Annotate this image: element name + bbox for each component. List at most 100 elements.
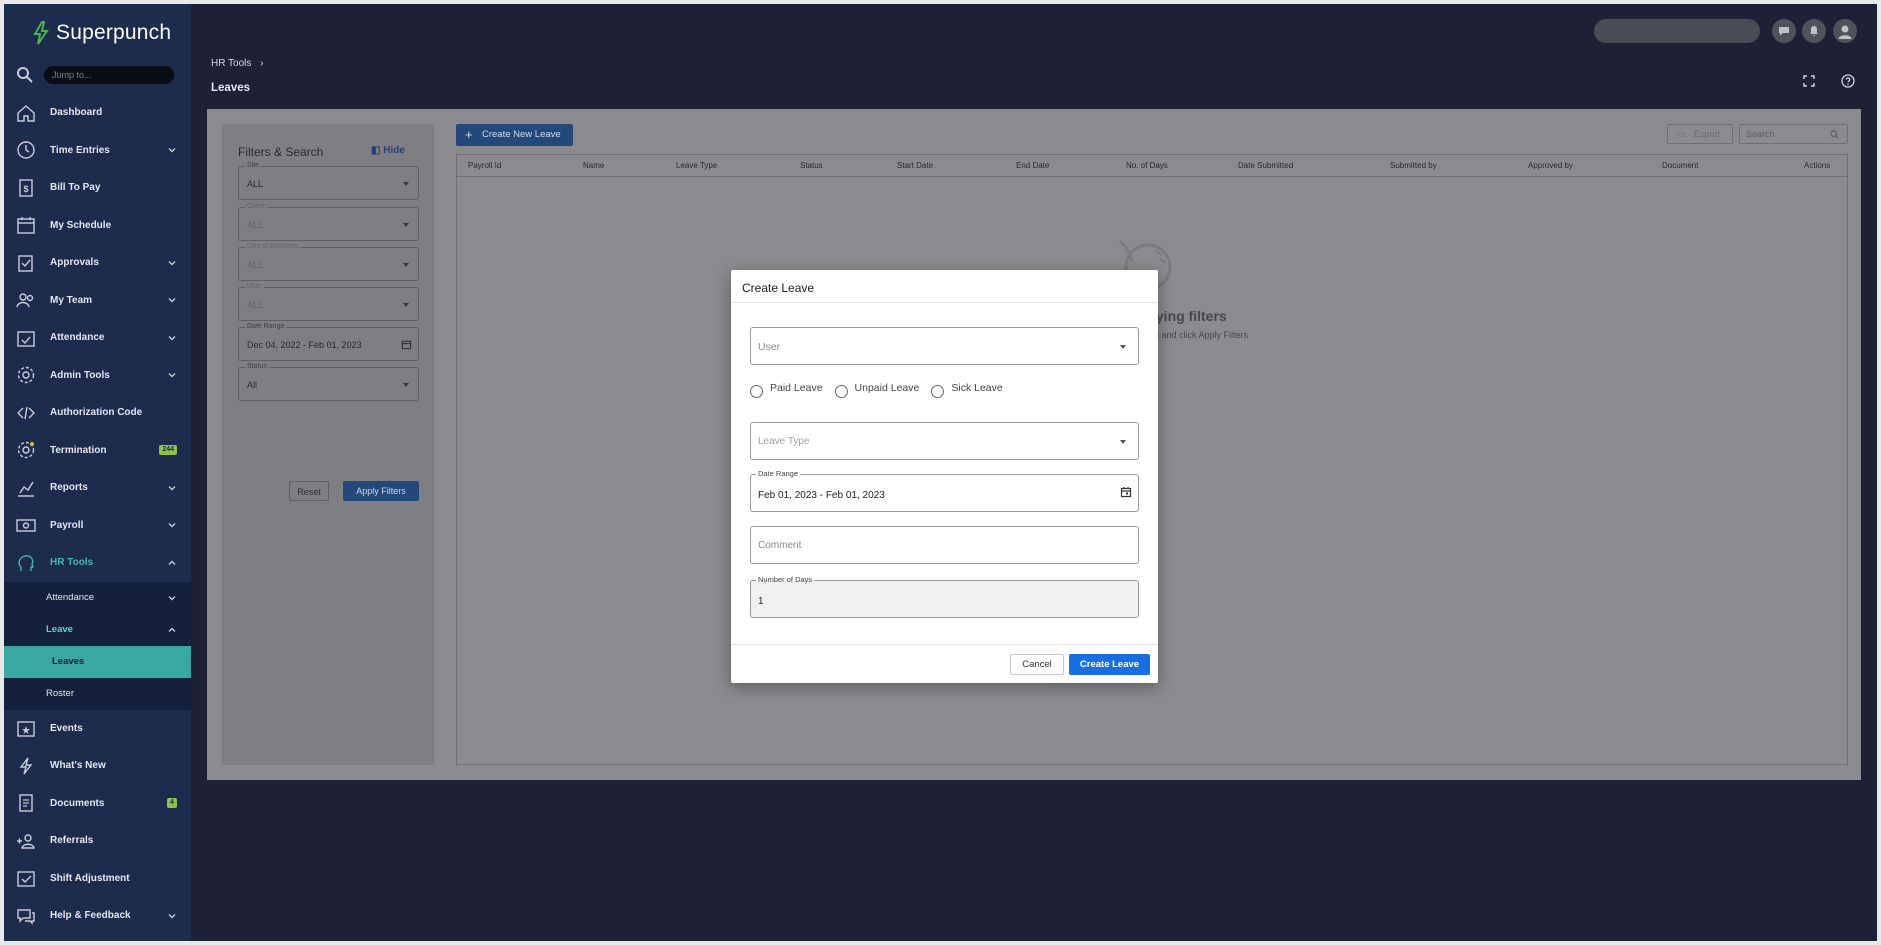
page-title: Leaves [211,82,251,94]
date-range-field[interactable]: Date Range Feb 01, 2023 - Feb 01, 2023 [750,469,1139,512]
column-header-name[interactable]: Name [583,161,604,170]
column-header-approved-by[interactable]: Approved by [1528,161,1573,170]
user-search-pill[interactable] [1594,19,1760,43]
hide-filters-button[interactable]: ◧ Hide [371,145,405,156]
column-header-payroll-id[interactable]: Payroll Id [468,161,501,170]
superpunch-logo-icon [33,21,49,45]
money-icon [16,515,36,535]
column-header-date-submitted[interactable]: Date Submitted [1238,161,1293,170]
chevron-down-icon [168,373,176,378]
reset-button[interactable]: Reset [289,481,329,501]
sidebar-item-reports[interactable]: Reports [4,469,191,507]
leave-type-select[interactable]: Leave Type [750,422,1139,460]
sidebar-item-authorization-code[interactable]: Authorization Code [4,394,191,432]
column-header-document[interactable]: Document [1662,161,1698,170]
sidebar-item-time-entries[interactable]: Time Entries [4,132,191,170]
filter-site[interactable]: Site ALL [238,162,419,200]
clock-icon [16,140,36,160]
filter-line-of-business[interactable]: Line of Business ALL [238,243,419,281]
sidebar-item-bill-to-pay[interactable]: $ Bill To Pay [4,169,191,207]
breadcrumb-hr-tools[interactable]: HR Tools [211,58,251,69]
sidebar-item-my-team[interactable]: My Team [4,282,191,320]
sick-leave-radio[interactable]: Sick Leave [931,382,1003,398]
column-header-no-of-days[interactable]: No. of Days [1126,161,1168,170]
sidebar-item-events[interactable]: Events [4,710,191,748]
radio-circle [750,385,763,398]
sidebar-sub-leaves[interactable]: Leaves [4,645,191,678]
user-avatar[interactable] [1833,19,1857,43]
filter-status[interactable]: Status All [238,363,419,401]
sidebar-item-attendance[interactable]: Attendance [4,319,191,357]
filter-value: ALL [247,179,264,189]
filter-value: ALL [247,260,264,270]
column-header-submitted-by[interactable]: Submitted by [1390,161,1437,170]
modal-title: Create Leave [742,281,815,295]
filters-panel: Filters & Search ◧ Hide Site ALL Client ALL… [222,124,434,765]
cancel-button[interactable]: Cancel [1010,654,1064,675]
number-of-days-label: Number of Days [756,575,815,584]
filter-client[interactable]: Client ALL [238,203,419,241]
column-header-end-date[interactable]: End Date [1016,161,1049,170]
sidebar-item-dashboard[interactable]: Dashboard [4,94,191,132]
filter-label: Site [245,162,262,169]
fullscreen-icon[interactable] [1802,74,1816,88]
hide-label: Hide [383,145,405,156]
sidebar-item-shift-adjustment[interactable]: Shift Adjustment [4,860,191,898]
leave-category-radios: Paid Leave Unpaid Leave Sick Leave [750,382,1015,398]
calendar-icon [16,215,36,235]
column-header-status[interactable]: Status [800,161,823,170]
sidebar-item-referrals[interactable]: Referrals [4,822,191,860]
number-of-days-field[interactable]: Number of Days 1 [750,575,1139,618]
create-new-leave-button[interactable]: + Create New Leave [456,124,573,146]
sidebar-item-label: Documents [50,797,105,809]
sidebar-sub-leave[interactable]: Leave [4,613,191,646]
column-header-leave-type[interactable]: Leave Type [676,161,717,170]
comment-field[interactable]: Comment [750,526,1139,564]
unpaid-leave-radio[interactable]: Unpaid Leave [834,382,919,398]
sidebar-item-label: Admin Tools [50,369,110,381]
user-placeholder: User [758,341,781,353]
chat-icon[interactable] [1772,19,1796,43]
search-placeholder: Search [1746,129,1775,139]
sidebar-item-label: What's New [50,760,106,772]
sidebar-item-my-schedule[interactable]: My Schedule [4,207,191,245]
sidebar-sub-roster[interactable]: Roster [4,677,191,710]
filter-date-range[interactable]: Date Range Dec 04, 2022 - Feb 01, 2023 [238,323,419,361]
gear-icon [16,365,36,385]
sidebar-item-what-s-new[interactable]: What's New [4,747,191,785]
sidebar-item-label: Help & Feedback [50,910,131,922]
sidebar-item-payroll[interactable]: Payroll [4,507,191,545]
calendar-icon[interactable] [1120,486,1132,498]
column-header-start-date[interactable]: Start Date [897,161,933,170]
filter-user[interactable]: User ALL [238,283,419,321]
count-badge: 244 [159,445,177,456]
sidebar-item-termination[interactable]: Termination 244 [4,432,191,470]
gear-alert-icon [16,440,36,460]
calendar-check-icon [16,328,36,348]
calendar-icon [401,340,412,350]
empty-state-title: lying filters [1152,308,1227,324]
table-search-input[interactable]: Search [1739,124,1848,144]
sidebar-item-documents[interactable]: Documents 4 [4,785,191,823]
notifications-bell-icon[interactable] [1802,19,1826,43]
create-leave-modal: Create Leave User Paid Leave Unpaid Leav… [731,270,1158,683]
dropdown-arrow-icon [403,182,409,186]
sidebar-item-admin-tools[interactable]: Admin Tools [4,357,191,395]
sidebar-item-help-feedback[interactable]: Help & Feedback [4,897,191,935]
help-icon[interactable] [1841,74,1855,88]
sidebar-item-approvals[interactable]: Approvals [4,244,191,282]
apply-filters-button[interactable]: Apply Filters [343,481,419,501]
sidebar-sub-attendance[interactable]: Attendance [4,581,191,614]
user-select[interactable]: User [750,327,1139,365]
jump-to-input[interactable]: Jump to... [44,66,174,84]
jump-to-search[interactable]: Jump to... [4,62,191,88]
sidebar-item-label: Reports [50,482,88,494]
create-leave-button[interactable]: Create Leave [1069,654,1150,675]
sidebar-item-hr-tools[interactable]: HR Tools [4,544,191,582]
sub-item-label: Leaves [52,656,85,667]
app-logo[interactable]: Superpunch [4,4,191,62]
export-button[interactable]: ▭ Export [1667,124,1733,144]
filter-value: ALL [247,220,264,230]
column-header-actions[interactable]: Actions [1804,161,1830,170]
paid-leave-radio[interactable]: Paid Leave [750,382,823,398]
